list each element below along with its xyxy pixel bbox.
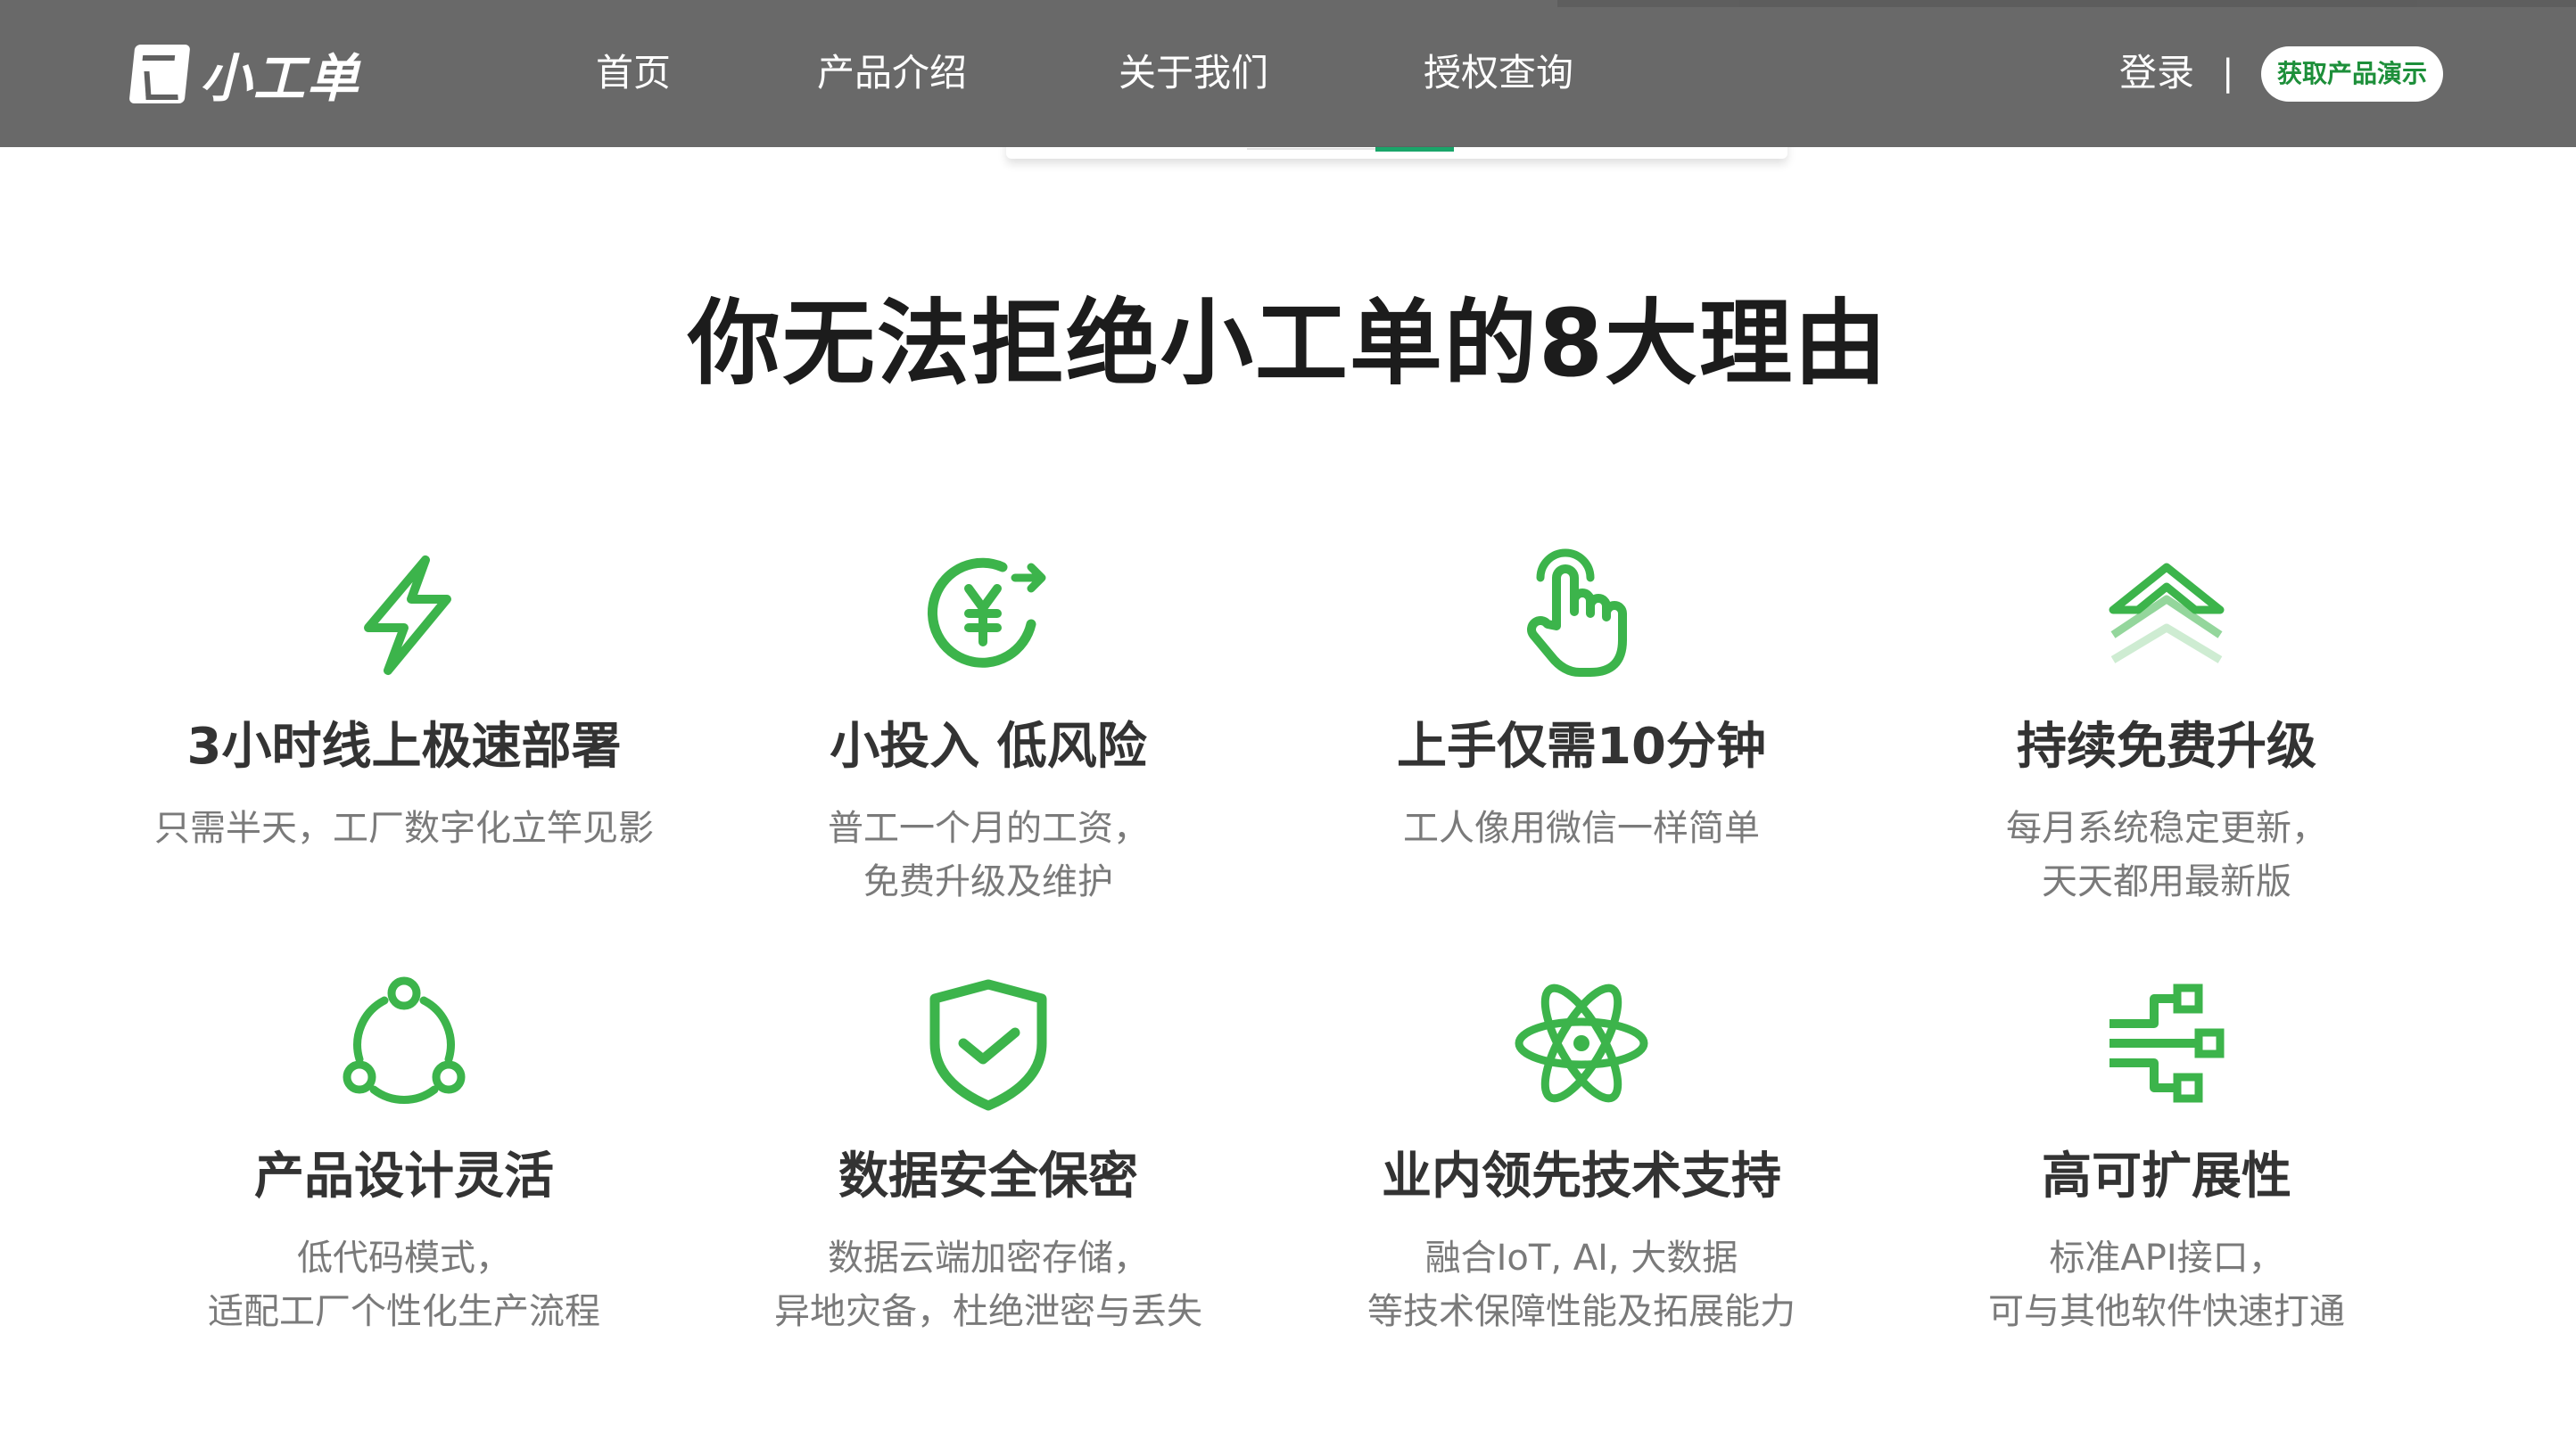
feature-desc-line: 每月系统稳定更新， — [2006, 808, 2327, 849]
feature-desc: 数据云端加密存储， 异地灾备，杜绝泄密与丢失 — [694, 1231, 1283, 1338]
feature-card: 小投入 低风险 普工一个月的工资， 免费升级及维护 — [694, 542, 1283, 909]
logo-icon — [128, 45, 191, 103]
yuan-refresh-icon — [927, 557, 1046, 668]
nav-products[interactable]: 产品介绍 — [803, 46, 981, 100]
feature-desc: 标准API接口， 可与其他软件快速打通 — [1872, 1231, 2461, 1338]
feature-desc-line: 免费升级及维护 — [863, 861, 1113, 902]
main-nav: 首页 产品介绍 关于我们 授权查询 — [571, 46, 1588, 100]
feature-desc-line: 低代码模式， — [297, 1238, 511, 1279]
nav-license-query[interactable]: 授权查询 — [1409, 46, 1588, 100]
tap-hand-icon — [1527, 548, 1627, 677]
logo[interactable]: 小工单 — [128, 41, 360, 109]
feature-card: 持续免费升级 每月系统稳定更新， 天天都用最新版 — [1872, 542, 2461, 909]
feature-card: 高可扩展性 标准API接口， 可与其他软件快速打通 — [1872, 972, 2461, 1338]
login-link[interactable]: 登录 — [2119, 46, 2194, 100]
feature-desc-line: 标准API接口， — [2049, 1238, 2284, 1279]
feature-title: 高可扩展性 — [2042, 1148, 2291, 1206]
feature-desc-line: 数据云端加密存储， — [828, 1238, 1149, 1279]
feature-title: 业内领先技术支持 — [1382, 1148, 1781, 1206]
feature-desc-line: 普工一个月的工资， — [828, 808, 1149, 849]
feature-card: 3小时线上极速部署 只需半天，工厂数字化立竿见影 — [110, 542, 698, 855]
atom-icon — [1515, 983, 1648, 1103]
feature-title: 小投入 低风险 — [830, 718, 1147, 776]
feature-card: 上手仅需10分钟 工人像用微信一样简单 — [1287, 542, 1876, 855]
feature-desc-line: 异地灾备，杜绝泄密与丢失 — [774, 1291, 1202, 1332]
feature-desc-line: 工人像用微信一样简单 — [1403, 808, 1760, 849]
logo-text: 小工单 — [200, 48, 361, 109]
feature-desc-line: 适配工厂个性化生产流程 — [208, 1291, 600, 1332]
nav-separator: | — [2222, 53, 2234, 94]
feature-desc: 只需半天，工厂数字化立竿见影 — [110, 802, 698, 855]
feature-desc: 普工一个月的工资， 免费升级及维护 — [694, 802, 1283, 909]
feature-desc-line: 天天都用最新版 — [2042, 861, 2291, 902]
top-navbar: 小工单 首页 产品介绍 关于我们 授权查询 登录 | 获取产品演示 — [0, 0, 2576, 147]
feature-title: 数据安全保密 — [838, 1148, 1138, 1206]
feature-desc-line: 等技术保障性能及拓展能力 — [1367, 1291, 1796, 1332]
feature-card: 产品设计灵活 低代码模式， 适配工厂个性化生产流程 — [110, 972, 698, 1338]
feature-desc-line: 融合IoT, AI, 大数据 — [1424, 1238, 1738, 1279]
layers-up-icon — [2109, 563, 2225, 663]
feature-desc: 低代码模式， 适配工厂个性化生产流程 — [110, 1231, 698, 1338]
shield-check-icon — [929, 979, 1047, 1111]
feature-title: 产品设计灵活 — [254, 1148, 554, 1206]
feature-title: 上手仅需10分钟 — [1397, 718, 1766, 776]
feature-desc-line: 只需半天，工厂数字化立竿见影 — [154, 808, 654, 849]
nav-about[interactable]: 关于我们 — [1104, 46, 1283, 100]
feature-card: 业内领先技术支持 融合IoT, AI, 大数据 等技术保障性能及拓展能力 — [1287, 972, 1876, 1338]
feature-desc: 工人像用微信一样简单 — [1287, 802, 1876, 855]
lightning-icon — [364, 556, 451, 675]
feature-title: 持续免费升级 — [2017, 718, 2316, 776]
feature-card: 数据安全保密 数据云端加密存储， 异地灾备，杜绝泄密与丢失 — [694, 972, 1283, 1338]
network-branch-icon — [2110, 983, 2225, 1103]
section-title: 你无法拒绝小工单的8大理由 — [687, 289, 1889, 398]
tab-line — [1247, 148, 1375, 150]
feature-desc-line: 可与其他软件快速打通 — [1988, 1291, 2345, 1332]
nav-home[interactable]: 首页 — [571, 46, 696, 100]
feature-title: 3小时线上极速部署 — [186, 718, 622, 776]
get-demo-button[interactable]: 获取产品演示 — [2261, 46, 2443, 102]
feature-desc: 融合IoT, AI, 大数据 等技术保障性能及拓展能力 — [1287, 1231, 1876, 1338]
feature-desc: 每月系统稳定更新， 天天都用最新版 — [1872, 802, 2461, 909]
share-circle-icon — [343, 976, 466, 1104]
